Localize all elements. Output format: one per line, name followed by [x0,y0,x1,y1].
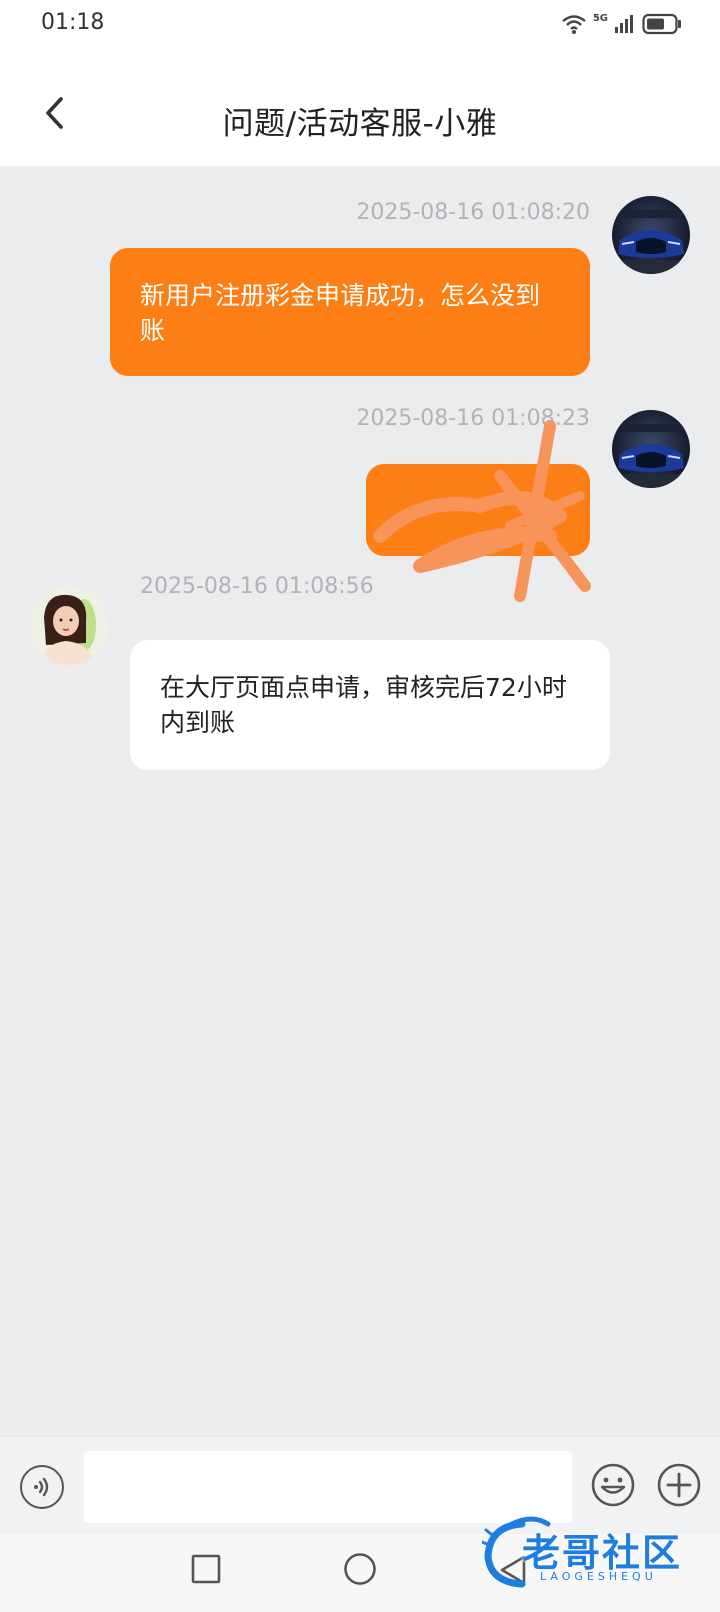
message-input[interactable] [84,1451,572,1523]
agent-avatar[interactable] [30,587,108,665]
chat-area[interactable]: 2025-08-16 01:08:20 新用户注册彩金申请成功，怎么没到账 20… [0,166,720,1436]
voice-button[interactable] [20,1465,64,1509]
recent-apps-icon[interactable] [191,1554,221,1584]
redaction-scribble [373,420,591,602]
plus-icon[interactable] [656,1462,702,1508]
message-bubble-outgoing[interactable]: 新用户注册彩金申请成功，怎么没到账 [110,248,590,376]
watermark-logo: 老哥社区 LAOGESHEQU [482,1516,710,1590]
agent-avatar-icon [30,587,108,665]
status-icons: 5G [561,12,682,36]
user-avatar[interactable] [612,410,690,488]
chat-header: 问题/活动客服-小雅 [0,48,720,166]
home-icon[interactable] [343,1552,377,1586]
page-title: 问题/活动客服-小雅 [222,106,498,142]
message-timestamp: 2025-08-16 01:08:20 [356,200,590,225]
network-label: 5G [592,12,608,24]
battery-icon [642,13,681,35]
message-timestamp: 2025-08-16 01:08:56 [140,574,374,599]
car-avatar-icon [612,410,690,488]
signal-icon [615,15,633,33]
message-bubble-incoming[interactable]: 在大厅页面点申请，审核完后72小时内到账 [130,640,610,770]
user-avatar[interactable] [612,196,690,274]
watermark-subtext: LAOGESHEQU [540,1570,657,1583]
car-avatar-icon [612,196,690,274]
voice-icon [34,1477,49,1497]
watermark-text: 老哥社区 [522,1531,683,1575]
status-bar: 01:18 5G [0,0,720,48]
status-time: 01:18 [41,10,105,35]
emoji-icon[interactable] [590,1462,636,1508]
wifi-icon [562,15,586,34]
